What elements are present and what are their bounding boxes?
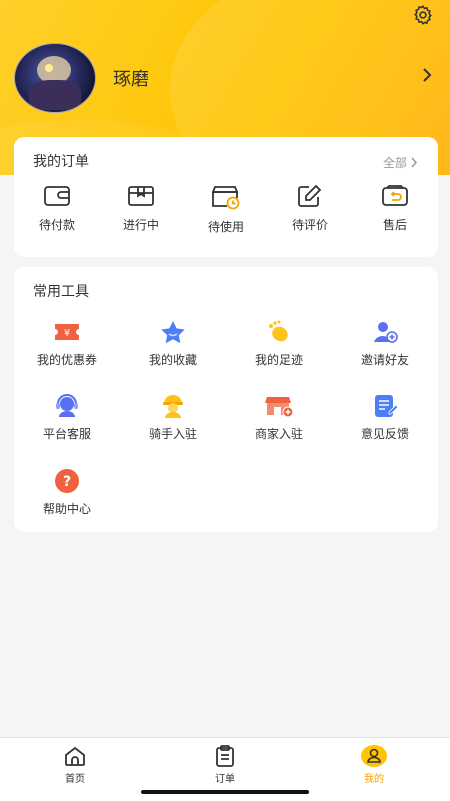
tab-mine[interactable]: 我的 [334,744,414,785]
tool-feedback-label: 意见反馈 [360,427,409,441]
wallet-icon [44,186,70,206]
package-icon [128,186,154,206]
tool-my-coupons-label: 我的优惠券 [36,353,97,367]
tool-customer-service-label: 平台客服 [42,427,91,441]
order-clipboard-icon [216,745,234,767]
help-icon: ? [55,469,79,493]
footprint-icon [269,320,288,342]
tool-feedback[interactable]: 意见反馈 [332,393,438,442]
settings-gear-icon[interactable] [412,4,434,26]
my-orders-card: 我的订单 全部 待付款 进行中 待使用 待评价 售后 [14,137,438,257]
tool-my-favorites-label: 我的收藏 [148,353,197,367]
svg-text:?: ? [63,474,71,490]
svg-text:¥: ¥ [64,328,70,339]
rider-icon [163,395,183,418]
edit-review-icon [298,184,322,207]
tool-merchant-join-label: 商家入驻 [254,427,303,441]
tab-home-label: 首页 [65,774,85,785]
home-indicator [141,790,309,794]
avatar-image-part [29,80,81,110]
tool-invite-friends-label: 邀请好友 [360,353,409,367]
tool-rider-join[interactable]: 骑手入驻 [120,393,226,442]
chevron-right-icon[interactable] [420,66,434,84]
tools-title: 常用工具 [33,284,89,300]
coupon-icon: ¥ [55,324,79,340]
chevron-right-icon [411,157,418,168]
pending-use-icon [211,186,240,210]
tool-my-coupons[interactable]: ¥ 我的优惠券 [14,319,120,368]
order-in-progress[interactable]: 进行中 [111,184,171,239]
avatar-image-part [45,64,53,72]
all-orders-link[interactable]: 全部 [383,154,418,171]
tool-my-footprints[interactable]: 我的足迹 [226,319,332,368]
order-to-use[interactable]: 待使用 [196,184,256,239]
home-icon [65,746,85,766]
order-after-sales-label: 售后 [382,218,407,232]
after-sales-icon [382,185,408,206]
feedback-icon [375,395,399,417]
order-after-sales[interactable]: 售后 [365,184,425,239]
all-orders-label: 全部 [382,156,407,170]
order-to-review[interactable]: 待评价 [280,184,340,239]
star-icon [161,321,185,344]
order-pending-payment[interactable]: 待付款 [27,184,87,239]
merchant-icon [265,397,294,418]
tab-home[interactable]: 首页 [35,744,115,785]
tab-orders[interactable]: 订单 [185,744,265,785]
tool-help-center-label: 帮助中心 [42,502,91,516]
tool-invite-friends[interactable]: 邀请好友 [332,319,438,368]
tool-rider-join-label: 骑手入驻 [148,427,197,441]
tab-mine-label: 我的 [364,774,384,785]
tab-orders-label: 订单 [215,774,235,785]
tool-customer-service[interactable]: 平台客服 [14,393,120,442]
order-to-use-label: 待使用 [207,220,244,234]
tool-merchant-join[interactable]: 商家入驻 [226,393,332,442]
username[interactable]: 琢磨 [113,65,149,91]
invite-friend-icon [374,322,398,343]
tool-help-center[interactable]: ? 帮助中心 [14,468,120,517]
tool-my-favorites[interactable]: 我的收藏 [120,319,226,368]
profile-icon [361,745,387,767]
order-in-progress-label: 进行中 [122,218,159,232]
avatar[interactable] [14,43,96,113]
orders-title: 我的订单 [33,154,89,170]
order-pending-payment-label: 待付款 [38,218,75,232]
common-tools-card: 常用工具 ¥ 我的优惠券 我的收藏 我的足迹 邀请好友 平台客服 骑手入驻 商家… [14,267,438,532]
tool-my-footprints-label: 我的足迹 [254,353,303,367]
customer-service-icon [56,394,78,417]
order-to-review-label: 待评价 [291,218,328,232]
